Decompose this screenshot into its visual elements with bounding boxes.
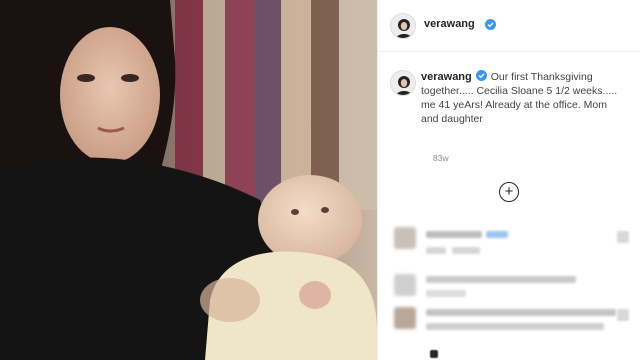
comment-meta-blur bbox=[426, 247, 446, 254]
comment-username-blur bbox=[426, 231, 482, 238]
header-username[interactable]: verawang bbox=[424, 18, 475, 30]
comment-avatar bbox=[394, 307, 416, 329]
verified-badge-icon bbox=[475, 70, 487, 81]
post-timestamp[interactable]: 83w bbox=[433, 153, 449, 163]
comment-mention-blur bbox=[486, 231, 508, 238]
comment-row bbox=[378, 305, 640, 345]
comment-text-blur bbox=[426, 309, 616, 316]
heart-icon[interactable] bbox=[617, 309, 629, 321]
comment-meta-blur bbox=[452, 247, 480, 254]
avatar-image bbox=[391, 14, 415, 38]
load-more-comments-button[interactable]: + bbox=[499, 182, 519, 202]
post-header: verawang bbox=[378, 0, 640, 52]
avatar[interactable] bbox=[390, 13, 416, 39]
post-sidebar: verawang verawang Our first Thanksgiving … bbox=[377, 0, 640, 360]
caption-avatar[interactable] bbox=[390, 70, 416, 96]
plus-circle-icon: + bbox=[504, 183, 514, 200]
more-icon[interactable] bbox=[430, 350, 438, 358]
comment-avatar bbox=[394, 274, 416, 296]
post-photo[interactable] bbox=[0, 0, 377, 360]
comment-avatar bbox=[394, 227, 416, 249]
heart-icon[interactable] bbox=[617, 231, 629, 243]
comment-text-blur bbox=[426, 276, 576, 283]
comment-text-blur bbox=[426, 323, 604, 330]
caption-username[interactable]: verawang bbox=[421, 71, 472, 83]
comment-row bbox=[378, 225, 640, 265]
post-image bbox=[0, 0, 377, 360]
post-caption: verawang Our first Thanksgiving together.… bbox=[421, 70, 621, 126]
verified-badge-icon bbox=[485, 19, 496, 30]
comment-meta-blur bbox=[426, 290, 466, 297]
avatar-image bbox=[391, 71, 415, 95]
